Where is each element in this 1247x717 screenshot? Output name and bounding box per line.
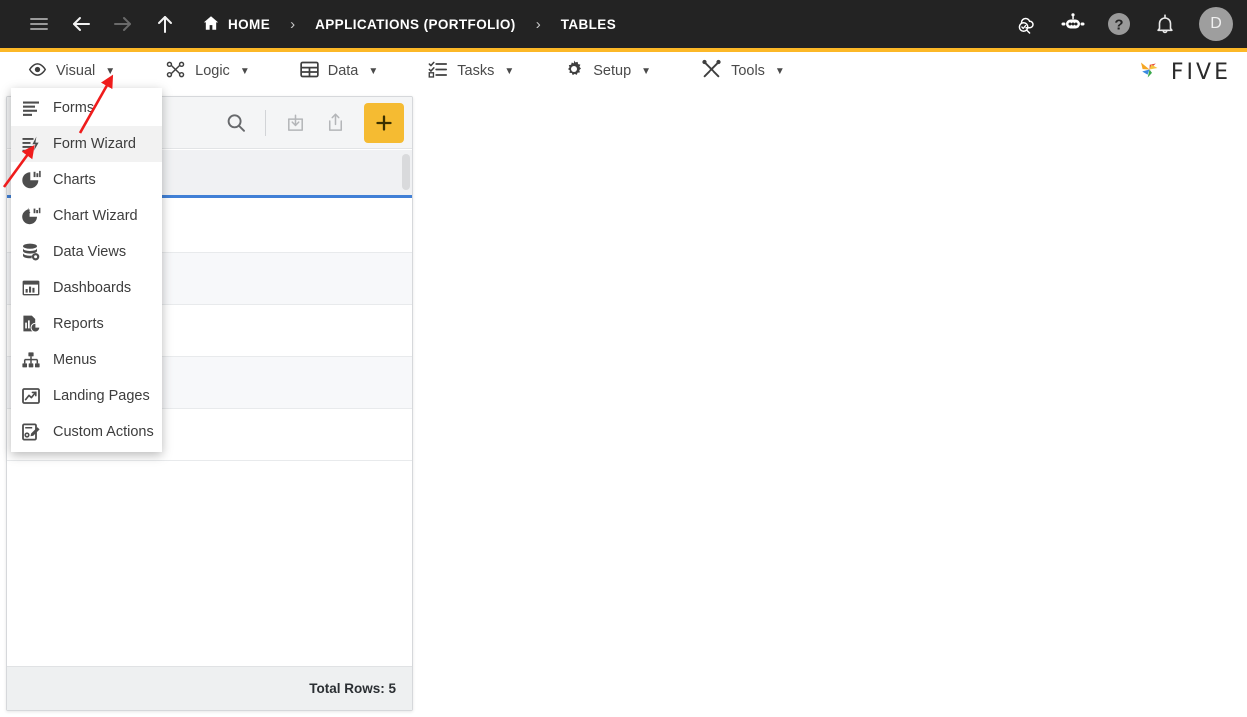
grid-scrollbar-thumb[interactable] — [402, 154, 410, 190]
reports-icon — [20, 313, 42, 335]
menu-item-tasks[interactable]: Tasks ▼ — [414, 52, 528, 90]
breadcrumb-separator-1: › — [290, 15, 296, 33]
breadcrumb-label-tables: TABLES — [560, 16, 617, 32]
dropdown-item-chart-wizard[interactable]: Chart Wizard — [11, 198, 162, 234]
landing-pages-icon — [20, 385, 42, 407]
user-avatar[interactable]: D — [1199, 7, 1233, 41]
search-icon[interactable] — [217, 104, 255, 142]
breadcrumb-label-applications: APPLICATIONS (PORTFOLIO) — [315, 16, 516, 32]
dropdown-label-landing-pages: Landing Pages — [53, 388, 150, 404]
five-wordmark: FIVE — [1170, 60, 1231, 85]
dropdown-item-data-views[interactable]: Data Views — [11, 234, 162, 270]
breadcrumb-label-home: HOME — [228, 16, 271, 32]
dropdown-item-form-wizard[interactable]: Form Wizard — [11, 126, 162, 162]
toolbar-divider — [265, 109, 266, 136]
top-header-bar: HOME › APPLICATIONS (PORTFOLIO) › TABLES — [0, 0, 1247, 48]
chevron-down-icon: ▼ — [368, 65, 379, 77]
dropdown-label-menus: Menus — [53, 352, 97, 368]
export-icon[interactable] — [316, 104, 354, 142]
bell-icon[interactable] — [1149, 8, 1181, 40]
main-menu-bar: Visual ▼ Logic ▼ Data ▼ Tasks ▼ Setup ▼ … — [0, 52, 1247, 90]
breadcrumb-item-home[interactable]: HOME — [196, 14, 276, 35]
form-wizard-icon — [20, 133, 42, 155]
chevron-down-icon: ▼ — [239, 65, 250, 77]
menus-icon — [20, 349, 42, 371]
total-rows-label: Total Rows: 5 — [309, 681, 396, 696]
menu-label-setup: Setup — [593, 63, 632, 79]
data-views-icon — [20, 241, 42, 263]
forms-icon — [20, 97, 42, 119]
gear-icon — [564, 59, 584, 83]
dropdown-item-menus[interactable]: Menus — [11, 342, 162, 378]
dropdown-label-charts: Charts — [53, 172, 96, 188]
tools-icon — [701, 59, 722, 83]
dropdown-item-reports[interactable]: Reports — [11, 306, 162, 342]
chevron-down-icon: ▼ — [105, 65, 116, 77]
up-arrow-icon[interactable] — [144, 3, 186, 45]
menu-item-data[interactable]: Data ▼ — [286, 52, 393, 90]
dropdown-item-landing-pages[interactable]: Landing Pages — [11, 378, 162, 414]
dropdown-item-forms[interactable]: Forms — [11, 90, 162, 126]
menu-label-visual: Visual — [56, 63, 96, 79]
menu-item-setup[interactable]: Setup ▼ — [550, 52, 665, 90]
breadcrumb-separator-2: › — [535, 15, 541, 33]
svg-text:?: ? — [1114, 17, 1123, 34]
robot-icon[interactable] — [1057, 8, 1089, 40]
dropdown-label-custom-actions: Custom Actions — [53, 424, 154, 440]
home-icon — [202, 14, 220, 35]
menu-item-visual[interactable]: Visual ▼ — [14, 52, 129, 90]
import-icon[interactable] — [276, 104, 314, 142]
cloud-check-icon[interactable] — [1011, 8, 1043, 40]
dashboards-icon — [20, 277, 42, 299]
dropdown-item-dashboards[interactable]: Dashboards — [11, 270, 162, 306]
header-nav-icons — [0, 3, 186, 45]
chart-wizard-icon — [20, 205, 42, 227]
dropdown-item-custom-actions[interactable]: Custom Actions — [11, 414, 162, 450]
menu-label-data: Data — [327, 63, 359, 79]
dropdown-label-forms: Forms — [53, 100, 95, 116]
back-arrow-icon[interactable] — [60, 3, 102, 45]
panel-footer: Total Rows: 5 — [7, 666, 412, 710]
menu-label-tasks: Tasks — [457, 63, 495, 79]
help-icon[interactable]: ? — [1103, 8, 1135, 40]
chevron-down-icon: ▼ — [641, 65, 652, 77]
five-brand-logo: FIVE — [1135, 56, 1231, 89]
menu-item-tools[interactable]: Tools ▼ — [687, 52, 799, 90]
custom-actions-icon — [20, 421, 42, 443]
dropdown-label-chart-wizard: Chart Wizard — [53, 208, 138, 224]
menu-label-logic: Logic — [195, 63, 230, 79]
chevron-down-icon: ▼ — [504, 65, 515, 77]
add-table-button[interactable] — [364, 102, 404, 143]
checklist-icon — [428, 60, 448, 83]
breadcrumb: HOME › APPLICATIONS (PORTFOLIO) › TABLES — [196, 14, 622, 35]
charts-icon — [20, 169, 42, 191]
dropdown-label-reports: Reports — [53, 316, 104, 332]
avatar-initial: D — [1210, 15, 1222, 32]
dropdown-item-charts[interactable]: Charts — [11, 162, 162, 198]
dropdown-label-data-views: Data Views — [53, 244, 127, 260]
menu-item-logic[interactable]: Logic ▼ — [151, 52, 264, 90]
dropdown-label-dashboards: Dashboards — [53, 280, 132, 296]
five-pinwheel-icon — [1135, 56, 1165, 89]
menu-label-tools: Tools — [731, 63, 765, 79]
hamburger-menu-icon[interactable] — [18, 3, 60, 45]
app-root: HOME › APPLICATIONS (PORTFOLIO) › TABLES — [0, 0, 1247, 717]
header-action-icons: ? D — [1011, 0, 1233, 48]
breadcrumb-item-applications[interactable]: APPLICATIONS (PORTFOLIO) — [309, 17, 522, 32]
dropdown-label-form-wizard: Form Wizard — [53, 136, 136, 152]
breadcrumb-item-tables[interactable]: TABLES — [555, 17, 622, 32]
visual-dropdown-menu: Forms Form Wizard Charts Chart Wizard Da… — [11, 88, 162, 452]
chevron-down-icon: ▼ — [774, 65, 785, 77]
eye-icon — [28, 60, 47, 83]
grid-table-icon — [300, 60, 319, 83]
forward-arrow-icon[interactable] — [102, 3, 144, 45]
logic-nodes-icon — [165, 60, 186, 83]
